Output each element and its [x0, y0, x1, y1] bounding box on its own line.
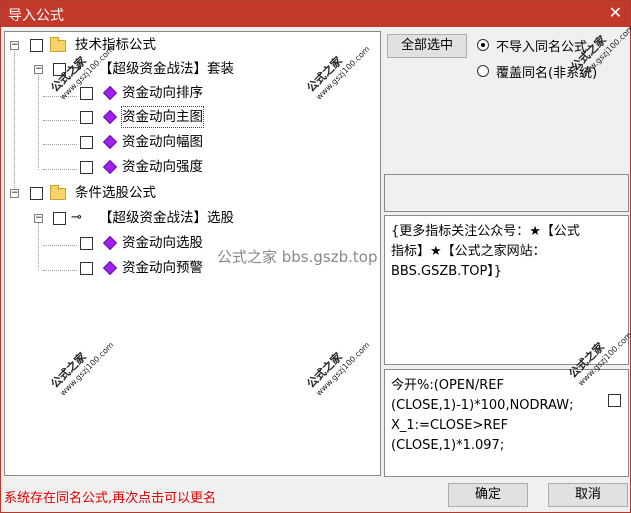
- select-all-button[interactable]: 全部选中: [387, 34, 467, 58]
- checkbox[interactable]: [30, 39, 43, 52]
- checkbox[interactable]: [80, 136, 93, 149]
- tree-node-label: 【超级资金战法】套装: [99, 61, 234, 77]
- window-title: 导入公式: [8, 8, 64, 24]
- collapse-icon[interactable]: −: [34, 65, 43, 74]
- tree-node-label: 资金动向选股: [122, 235, 203, 251]
- tree-node-label: 资金动向预警: [122, 260, 203, 276]
- tree-node-stock-picking[interactable]: − 条件选股公式: [5, 183, 375, 203]
- tree-node-picking-suite[interactable]: − ⊸ 【超级资金战法】选股: [5, 208, 375, 228]
- formula-gem-icon: [102, 85, 118, 101]
- tree-node-main-chart[interactable]: 资金动向主图: [5, 106, 375, 128]
- watermark-center: 公式之家 bbs.gszb.top: [217, 248, 378, 266]
- checkbox[interactable]: [80, 161, 93, 174]
- status-message: 系统存在同名公式,再次点击可以更名: [4, 491, 217, 506]
- collapse-icon[interactable]: −: [10, 41, 19, 50]
- checkbox[interactable]: [30, 187, 43, 200]
- code-checkbox[interactable]: [608, 394, 621, 407]
- collapse-icon[interactable]: −: [34, 214, 43, 223]
- checkbox[interactable]: [80, 87, 93, 100]
- formula-gem-icon: [102, 235, 118, 251]
- tree-node-label: 条件选股公式: [75, 185, 156, 201]
- collapse-icon[interactable]: −: [10, 189, 19, 198]
- checkbox[interactable]: [80, 262, 93, 275]
- tree-node-label: 资金动向主图: [121, 106, 204, 128]
- tree-node-label: 【超级资金战法】选股: [99, 210, 234, 226]
- formula-gem-icon: [102, 109, 118, 125]
- import-formula-dialog: 导入公式 ✕ − 技术指标公式 − ⊸ 【超级资金战法】套装 资金动向排序 资金…: [0, 0, 631, 513]
- tree-node-sub-chart[interactable]: 资金动向幅图: [5, 132, 375, 152]
- key-icon: ⊸: [71, 210, 82, 225]
- watermark: 公式之家 www.gszj100.com: [48, 340, 116, 398]
- tree-node-label: 资金动向幅图: [122, 134, 203, 150]
- tree-node-strength[interactable]: 资金动向强度: [5, 157, 375, 177]
- code-text: 今开%:(OPEN/REF (CLOSE,1)-1)*100,NODRAW; X…: [391, 376, 601, 456]
- title-bar: 导入公式 ✕: [1, 1, 630, 27]
- rename-field[interactable]: [384, 174, 629, 212]
- ok-button[interactable]: 确定: [448, 483, 528, 507]
- formula-gem-icon: [102, 260, 118, 276]
- code-box: 今开%:(OPEN/REF (CLOSE,1)-1)*100,NODRAW; X…: [384, 330, 631, 477]
- checkbox[interactable]: [80, 237, 93, 250]
- radio-overwrite[interactable]: [477, 65, 489, 77]
- tree-node-label: 资金动向强度: [122, 159, 203, 175]
- code-text: 今开%:(OPEN/REF (CLOSE,1)-1)*100,NODRAW; X…: [391, 378, 574, 453]
- checkbox[interactable]: [53, 212, 66, 225]
- radio-no-import[interactable]: [477, 39, 489, 51]
- checkbox[interactable]: [80, 111, 93, 124]
- tree-node-label: 资金动向排序: [122, 85, 203, 101]
- watermark: 公式之家 www.gszj100.com: [304, 340, 372, 398]
- formula-gem-icon: [102, 159, 118, 175]
- formula-gem-icon: [102, 134, 118, 150]
- cancel-button[interactable]: 取消: [548, 483, 628, 507]
- folder-icon: [50, 37, 66, 52]
- folder-icon: [50, 185, 66, 200]
- tree-node-tech-indicator[interactable]: − 技术指标公式: [5, 35, 375, 55]
- description-text: {更多指标关注公众号：★【公式指标】★【公式之家网站：BBS.GSZB.TOP】…: [391, 224, 580, 279]
- radio-no-import-label[interactable]: 不导入同名公式: [496, 36, 587, 55]
